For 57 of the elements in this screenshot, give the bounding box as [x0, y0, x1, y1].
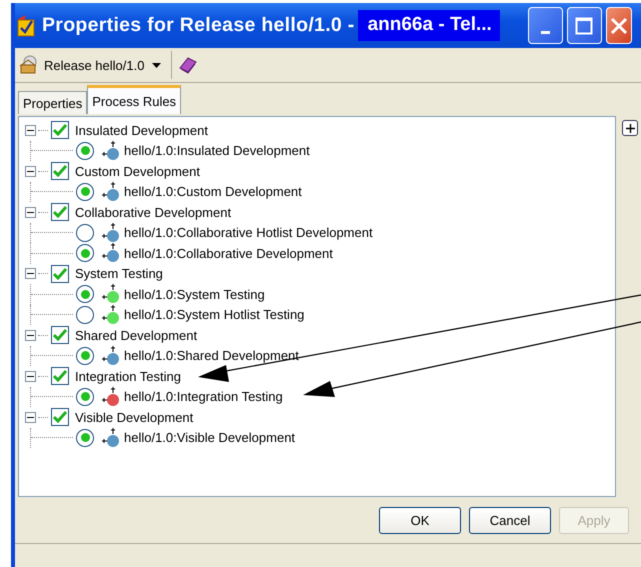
maximize-button[interactable]	[566, 7, 602, 44]
collapse-icon[interactable]	[25, 124, 36, 136]
tree-item[interactable]: hello/1.0:Visible Development	[124, 430, 296, 446]
collapse-icon[interactable]	[25, 206, 36, 218]
tree-item[interactable]: hello/1.0:Custom Development	[124, 184, 302, 200]
tree-item[interactable]: Integration Testing	[75, 368, 181, 384]
collapse-icon[interactable]	[25, 268, 36, 280]
radio-button[interactable]	[76, 142, 94, 160]
collapse-icon[interactable]	[25, 370, 36, 382]
book-icon[interactable]	[178, 56, 198, 74]
checkbox[interactable]	[51, 121, 69, 140]
radio-button[interactable]	[76, 388, 94, 406]
checkbox[interactable]	[51, 203, 69, 222]
tree-item[interactable]: hello/1.0:Insulated Development	[124, 143, 310, 158]
checkbox[interactable]	[51, 264, 69, 283]
collapse-icon[interactable]	[25, 412, 36, 423]
tree-item[interactable]: hello/1.0:System Hotlist Testing	[124, 307, 304, 322]
tree-item[interactable]: Insulated Development	[75, 122, 208, 138]
window-title: Properties for Release hello/1.0 -	[42, 14, 355, 37]
tree-item[interactable]: System Testing	[75, 266, 163, 282]
tree-item[interactable]: hello/1.0:Collaborative Development	[124, 246, 333, 261]
radio-button[interactable]	[76, 346, 94, 365]
maximize-icon	[575, 16, 594, 34]
caret-icon	[152, 62, 162, 68]
tree-item[interactable]: hello/1.0:Shared Development	[124, 348, 299, 364]
tree-item[interactable]: hello/1.0:Collaborative Hotlist Development	[124, 225, 373, 240]
tab[interactable]: Properties	[18, 91, 88, 114]
close-button[interactable]	[606, 7, 632, 44]
collapse-icon[interactable]	[25, 166, 36, 177]
release-dropdown[interactable]: Release hello/1.0	[19, 55, 166, 75]
checkbox[interactable]	[51, 162, 69, 180]
minimize-button[interactable]	[528, 7, 563, 44]
tree-item[interactable]: Collaborative Development	[75, 204, 232, 220]
radio-button[interactable]	[76, 285, 94, 304]
collapse-icon[interactable]	[25, 330, 36, 341]
tree-item[interactable]: Custom Development	[75, 164, 200, 179]
house-icon	[19, 55, 39, 75]
tree-item[interactable]: hello/1.0:System Testing	[124, 286, 265, 302]
tab[interactable]: Process Rules	[87, 85, 182, 114]
checkbox[interactable]	[51, 367, 69, 386]
radio-button[interactable]	[76, 224, 94, 242]
checkbox[interactable]	[51, 326, 69, 344]
checkbox[interactable]	[51, 408, 69, 426]
radio-button[interactable]	[76, 428, 94, 447]
tree-item[interactable]: Visible Development	[75, 410, 194, 425]
dialog-button[interactable]: Cancel	[469, 507, 551, 534]
radio-button[interactable]	[76, 182, 94, 201]
radio-button[interactable]	[76, 244, 94, 262]
close-icon	[610, 16, 628, 34]
radio-button[interactable]	[76, 306, 94, 324]
dialog-button[interactable]: OK	[379, 507, 461, 534]
checkbox-icon	[16, 14, 36, 36]
expand-icon[interactable]	[622, 120, 638, 136]
title-overlay: ann66a - Tel...	[358, 10, 500, 41]
minimize-icon	[540, 31, 550, 34]
tree-item[interactable]: Shared Development	[75, 328, 198, 343]
tree-item[interactable]: hello/1.0:Integration Testing	[124, 389, 283, 404]
